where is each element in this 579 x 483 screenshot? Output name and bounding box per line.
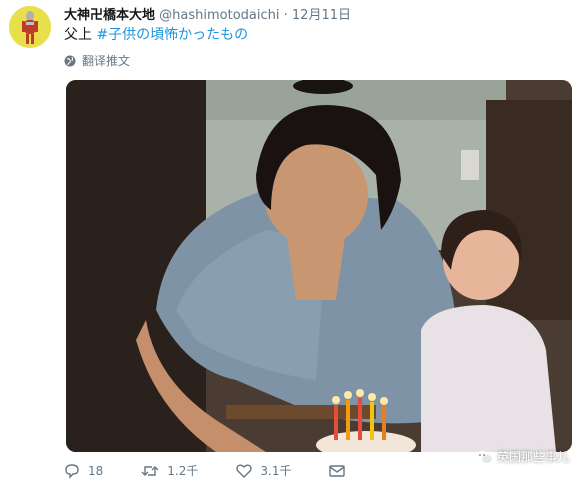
- avatar[interactable]: [9, 6, 51, 48]
- globe-icon: [64, 55, 76, 66]
- like-button[interactable]: 3.1千: [236, 462, 291, 479]
- source-watermark: 英国那些事儿: [475, 448, 569, 465]
- watermark-text: 英国那些事儿: [496, 450, 569, 464]
- retweet-button[interactable]: 1.2千: [141, 462, 198, 479]
- author-handle[interactable]: @hashimotodaichi: [159, 8, 279, 23]
- family-photo-image: [66, 80, 572, 452]
- direct-message-button[interactable]: [329, 464, 346, 478]
- translate-tweet-link[interactable]: 翻译推文: [64, 52, 130, 69]
- heart-icon: [236, 464, 253, 478]
- tweet-date[interactable]: 12月11日: [292, 8, 351, 23]
- wechat-logo-icon: [475, 450, 492, 463]
- author-name[interactable]: 大神卍橋本大地: [64, 8, 155, 23]
- ultraman-figure-avatar-icon: [9, 6, 51, 48]
- translate-label: 翻译推文: [82, 54, 131, 68]
- retweet-count: 1.2千: [167, 464, 199, 478]
- separator-dot: ·: [283, 8, 288, 23]
- tweet-header: 大神卍橋本大地 @hashimotodaichi · 12月11日: [64, 4, 351, 23]
- hashtag-link[interactable]: #子供の頃怖かったもの: [96, 27, 248, 43]
- mail-icon: [329, 464, 346, 477]
- tweet-photo[interactable]: [66, 80, 572, 452]
- retweet-icon: [141, 465, 159, 476]
- reply-icon: [65, 463, 79, 479]
- reply-count: 18: [88, 463, 104, 478]
- like-count: 3.1千: [260, 464, 292, 478]
- tweet-text-prefix: 父上: [64, 27, 92, 43]
- tweet-text: 父上 #子供の頃怖かったもの: [64, 24, 248, 44]
- reply-button[interactable]: 18: [64, 463, 103, 479]
- tweet-action-bar: 18 1.2千 3.1千: [64, 462, 383, 479]
